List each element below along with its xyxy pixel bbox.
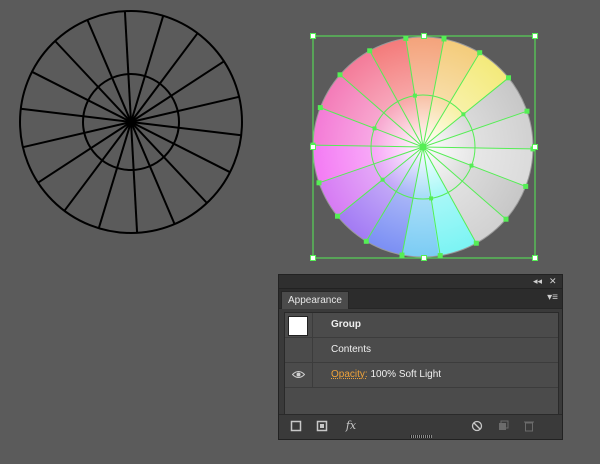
wheel-spoke: [20, 107, 132, 123]
anchor-point[interactable]: [437, 253, 443, 259]
contents-label: Contents: [331, 344, 372, 355]
anchor-point[interactable]: [335, 213, 340, 219]
anchor-point[interactable]: [372, 126, 377, 131]
visibility-eye-icon[interactable]: [292, 370, 305, 379]
bounding-box-handle[interactable]: [421, 33, 427, 39]
collapse-icon[interactable]: ◂◂: [533, 275, 542, 288]
bounding-box-handle[interactable]: [421, 255, 427, 261]
bounding-box-handle[interactable]: [310, 144, 316, 150]
anchor-point[interactable]: [412, 93, 417, 98]
anchor-point[interactable]: [367, 48, 373, 54]
resize-grip[interactable]: [410, 435, 432, 438]
duplicate-item-icon[interactable]: [497, 420, 509, 432]
add-new-fill-icon[interactable]: [316, 420, 328, 432]
add-new-stroke-icon[interactable]: [290, 420, 302, 432]
anchor-point[interactable]: [524, 108, 530, 114]
anchor-point[interactable]: [503, 216, 509, 222]
anchor-point[interactable]: [403, 35, 409, 41]
anchor-point[interactable]: [461, 112, 466, 117]
anchor-point[interactable]: [363, 238, 369, 244]
panel-tab-bar: Appearance ▾≡: [279, 289, 562, 309]
clear-appearance-icon[interactable]: [471, 420, 483, 432]
appearance-list: Group Contents Opacity: 100% Soft Light: [284, 312, 559, 417]
wheel-spoke: [130, 121, 176, 225]
wireframe-wheel[interactable]: [19, 10, 243, 234]
wheel-spoke: [86, 19, 132, 123]
group-thumbnail: [288, 316, 308, 336]
anchor-point[interactable]: [429, 196, 434, 201]
appearance-panel: ◂◂ ✕ Appearance ▾≡ Group Contents Opacit…: [278, 274, 563, 440]
wheel-spoke: [130, 121, 231, 174]
anchor-point[interactable]: [477, 50, 483, 56]
opacity-link[interactable]: Opacity:: [331, 369, 368, 380]
appearance-row-opacity[interactable]: Opacity: 100% Soft Light: [285, 363, 558, 388]
color-wheel-group[interactable]: [310, 33, 538, 261]
bounding-box-handle[interactable]: [532, 33, 538, 39]
wheel-spoke: [97, 121, 132, 229]
bounding-box-handle[interactable]: [532, 255, 538, 261]
wheel-spoke: [31, 70, 132, 123]
add-new-effect-icon[interactable]: fx: [341, 420, 361, 432]
anchor-point[interactable]: [337, 72, 343, 78]
appearance-row-contents[interactable]: Contents: [285, 338, 558, 363]
anchor-point[interactable]: [317, 105, 323, 111]
anchor-point[interactable]: [316, 180, 322, 186]
anchor-point[interactable]: [441, 36, 447, 42]
close-icon[interactable]: ✕: [549, 275, 557, 288]
wheel-spoke: [54, 40, 132, 123]
appearance-empty-row: [285, 388, 558, 416]
center-anchor-point[interactable]: [420, 144, 426, 150]
tab-appearance[interactable]: Appearance: [281, 291, 349, 309]
bounding-box-handle[interactable]: [532, 144, 538, 150]
panel-title-bar: ◂◂ ✕: [279, 275, 562, 289]
panel-menu-icon[interactable]: ▾≡: [547, 292, 558, 304]
anchor-point[interactable]: [380, 177, 385, 182]
anchor-point[interactable]: [523, 183, 529, 189]
wheel-spoke: [130, 121, 139, 233]
delete-item-icon[interactable]: [523, 420, 535, 432]
wheel-spoke: [130, 15, 165, 123]
wheel-spoke: [130, 121, 242, 137]
group-label: Group: [331, 319, 361, 330]
bounding-box-handle[interactable]: [310, 33, 316, 39]
wheel-spoke: [123, 11, 132, 123]
anchor-point[interactable]: [399, 252, 405, 258]
anchor-point[interactable]: [473, 240, 479, 246]
bounding-box-handle[interactable]: [310, 255, 316, 261]
opacity-value: 100% Soft Light: [370, 369, 442, 380]
appearance-row-group[interactable]: Group: [285, 313, 558, 338]
anchor-point[interactable]: [469, 163, 474, 168]
anchor-point[interactable]: [506, 75, 511, 81]
wheel-spoke: [130, 121, 208, 204]
panel-toolbar: fx: [279, 414, 562, 439]
